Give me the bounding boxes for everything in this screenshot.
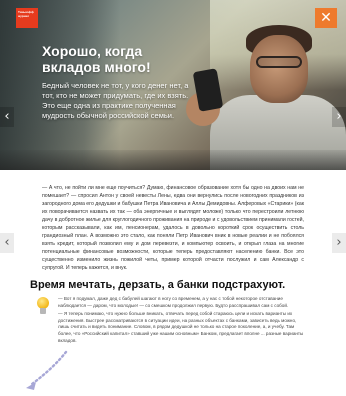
brand-logo[interactable]: Тинькофф журнал [16,8,38,28]
hero-banner: Тинькофф журнал ✕ Хорошо, когда вкладов … [0,0,346,170]
lightbulb-icon [37,297,49,319]
page: Тинькофф журнал ✕ Хорошо, когда вкладов … [0,0,346,396]
hero-person-head [250,35,308,103]
tip-paragraph: — Я теперь понимаю, что нужно больше вни… [58,311,304,343]
dotted-arrow-icon [26,350,68,390]
hero-lead: Бедный человек не тот, у кого денег нет,… [42,81,189,120]
tip-text: — Вот я подумал, даже дед с бабулей шага… [58,296,304,346]
hero-next-arrow[interactable]: › [332,107,346,127]
close-button[interactable]: ✕ [315,8,337,28]
body-next-arrow[interactable]: › [332,233,346,253]
lightbulb-base [40,308,46,314]
body-prev-arrow[interactable]: ‹ [0,233,14,253]
hero-title: Хорошо, когда вкладов много! [42,43,151,75]
hero-table-edge [0,150,346,170]
article-paragraph: — А что, не пойти ли мне еще поучиться? … [42,185,304,271]
hero-person-glasses [256,56,302,68]
section-title: Время мечтать, дерзать, а банки подстрах… [30,279,286,291]
hero-prev-arrow[interactable]: ‹ [0,107,14,127]
tip-paragraph: — Вот я подумал, даже дед с бабулей шага… [58,296,289,308]
